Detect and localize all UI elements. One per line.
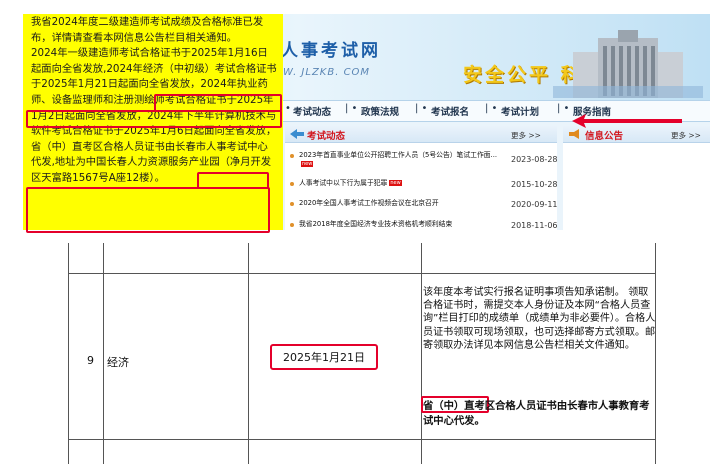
news-date: 2023-08-28: [511, 155, 558, 164]
bullet-icon: [290, 202, 294, 206]
table-border: [68, 273, 656, 274]
info-notice-title: 信息公告: [585, 131, 624, 142]
arrow-left-icon: [290, 129, 304, 139]
table-border: [655, 243, 656, 464]
nav-item-policy[interactable]: 政策法规: [361, 104, 399, 118]
building-illustration: [553, 30, 703, 98]
table-border: [68, 243, 69, 464]
site-name: 人事考试网: [281, 41, 381, 61]
info-notice-header: 信息公告 更多 >>: [563, 126, 710, 143]
megaphone-icon: [569, 129, 579, 139]
bullet-icon: [290, 154, 294, 158]
news-item[interactable]: 人事考试中以下行为属于犯罪 new 2015-10-28: [285, 179, 558, 191]
info-notice-more-link[interactable]: 更多 >>: [671, 130, 701, 141]
bullet-icon: [290, 182, 294, 186]
news-item[interactable]: 2023年首直事业单位公开招聘工作人员（5号公告）笔试工作面...new 202…: [285, 151, 558, 171]
highlight-box: [26, 110, 282, 128]
direct-exam-note: 省（中）直考区合格人员证书由长春市人事教育考试中心代发。: [423, 400, 650, 427]
site-url[interactable]: W. JLZKB. COM: [283, 67, 370, 78]
news-item[interactable]: 2020年全国人事考试工作视频会议在北京召开 2020-09-11: [285, 199, 558, 211]
news-date: 2020-09-11: [511, 200, 558, 209]
nav-item-registration[interactable]: 考试报名: [431, 104, 469, 118]
arrow-left-icon: [572, 114, 682, 128]
exam-news-more-link[interactable]: 更多 >>: [511, 130, 541, 141]
table-border: [68, 439, 656, 440]
highlight-box: [26, 187, 270, 233]
new-badge-icon: new: [389, 180, 402, 186]
table-border: [421, 243, 422, 464]
row-number: 9: [87, 354, 94, 367]
table-border: [103, 243, 104, 464]
nav-separator: | •: [415, 103, 428, 114]
certificate-table: 9 经济 2025年1月21日 该年度本考试实行报名证明事项告知承诺制。 领取合…: [68, 243, 656, 464]
nav-separator: •: [285, 103, 291, 114]
nav-separator: | •: [485, 103, 498, 114]
info-notice-panel: 信息公告 更多 >>: [563, 126, 710, 230]
nav-separator: | •: [345, 103, 358, 114]
exam-news-panel: 考试动态 更多 >> 2023年首直事业单位公开招聘工作人员（5号公告）笔试工作…: [285, 126, 558, 230]
bullet-icon: [290, 223, 294, 227]
news-title[interactable]: 人事考试中以下行为属于犯罪 new: [299, 179, 499, 188]
news-date: 2015-10-28: [511, 180, 558, 189]
issue-date: 2025年1月21日: [283, 351, 365, 364]
news-date: 2018-11-06: [511, 221, 558, 230]
new-badge-icon: new: [301, 161, 314, 167]
news-title[interactable]: 2020年全国人事考试工作视频会议在北京召开: [299, 199, 499, 208]
table-border: [248, 243, 249, 464]
exam-news-title: 考试动态: [307, 131, 346, 142]
notes-text: 该年度本考试实行报名证明事项告知承诺制。 领取合格证书时，需提交本人身份证及本网…: [423, 287, 656, 351]
nav-item-exam-news[interactable]: 考试动态: [293, 104, 331, 118]
nav-separator: | •: [557, 103, 570, 114]
exam-news-header: 考试动态 更多 >>: [285, 126, 557, 143]
news-item[interactable]: 我省2018年度全国经济专业技术资格机考顺利结束 2018-11-06: [285, 220, 558, 230]
exam-subject: 经济: [107, 356, 129, 369]
news-title[interactable]: 2023年首直事业单位公开招聘工作人员（5号公告）笔试工作面...new: [299, 151, 499, 169]
news-title[interactable]: 我省2018年度全国经济专业技术资格机考顺利结束: [299, 220, 499, 229]
nav-item-exam-plan[interactable]: 考试计划: [501, 104, 539, 118]
